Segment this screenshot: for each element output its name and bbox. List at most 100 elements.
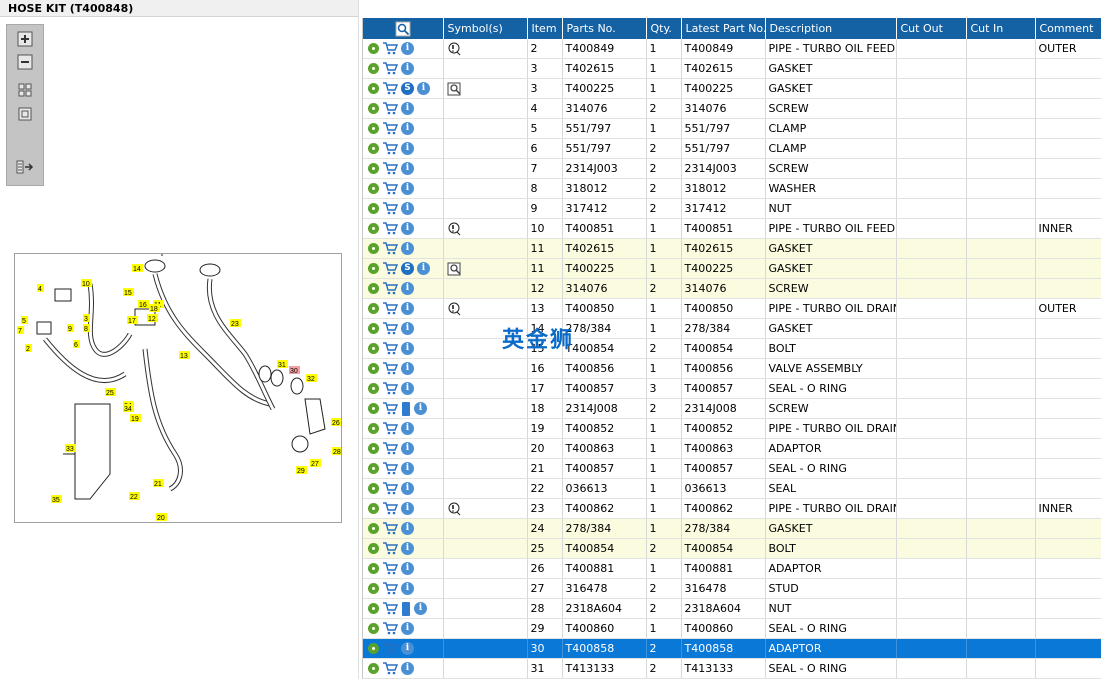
info-icon[interactable]: i: [401, 422, 414, 435]
table-row[interactable]: i 23 T400862 1 T400862 PIPE - TURBO OIL DRAIN…: [363, 498, 1101, 519]
cart-icon[interactable]: [382, 441, 399, 456]
configure-icon[interactable]: [368, 83, 379, 94]
info-icon[interactable]: i: [401, 542, 414, 555]
column-actions[interactable]: [363, 18, 444, 39]
info-icon[interactable]: i: [401, 622, 414, 635]
table-row[interactable]: i 13 T400850 1 T400850 PIPE - TURBO OIL DRAIN…: [363, 298, 1101, 319]
callout-35[interactable]: 35: [51, 495, 62, 504]
cart-icon[interactable]: [382, 121, 399, 136]
cart-icon[interactable]: [382, 661, 399, 676]
info-icon[interactable]: i: [401, 442, 414, 455]
table-row[interactable]: i 24 278/384 1 278/384 GASKET: [363, 518, 1101, 539]
info-icon[interactable]: i: [414, 402, 427, 415]
cart-icon[interactable]: [382, 161, 399, 176]
callout-4[interactable]: 4: [37, 284, 44, 293]
fit-window-button[interactable]: [15, 104, 35, 124]
table-row[interactable]: i 7 2314J003 2 2314J003 SCREW: [363, 158, 1101, 179]
info-icon[interactable]: i: [401, 362, 414, 375]
cart-icon[interactable]: [382, 581, 399, 596]
cart-icon[interactable]: [382, 221, 399, 236]
info-icon[interactable]: i: [401, 382, 414, 395]
cart-icon[interactable]: [382, 421, 399, 436]
configure-icon[interactable]: [368, 363, 379, 374]
info-icon[interactable]: i: [401, 642, 414, 655]
configure-icon[interactable]: [368, 183, 379, 194]
configure-icon[interactable]: [368, 663, 379, 674]
configure-icon[interactable]: [368, 283, 379, 294]
cart-icon[interactable]: [382, 501, 399, 516]
info-icon[interactable]: i: [401, 122, 414, 135]
info-icon[interactable]: i: [401, 502, 414, 515]
callout-25[interactable]: 25: [105, 388, 116, 397]
fit-all-button[interactable]: [15, 80, 35, 100]
table-row[interactable]: i 11 T402615 1 T402615 GASKET: [363, 238, 1101, 259]
callout-13[interactable]: 13: [179, 351, 190, 360]
callout-6[interactable]: 6: [73, 340, 80, 349]
cart-icon[interactable]: [382, 261, 399, 276]
configure-icon[interactable]: [368, 523, 379, 534]
table-row[interactable]: i 17 T400857 3 T400857 SEAL - O RING: [363, 378, 1101, 399]
zoom-in-button[interactable]: [15, 29, 35, 49]
callout-14[interactable]: 14: [132, 264, 143, 273]
table-row[interactable]: i 18 2314J008 2 2314J008 SCREW: [363, 398, 1101, 419]
column-cut-out[interactable]: Cut Out: [896, 18, 967, 39]
cart-icon[interactable]: [382, 601, 399, 616]
cart-icon[interactable]: [382, 301, 399, 316]
cart-icon[interactable]: [382, 381, 399, 396]
table-row[interactable]: i 31 T413133 2 T413133 SEAL - O RING: [363, 658, 1101, 679]
cart-icon[interactable]: [382, 461, 399, 476]
configure-icon[interactable]: [368, 483, 379, 494]
callout-17[interactable]: 17: [127, 316, 138, 325]
callout-2[interactable]: 2: [25, 344, 32, 353]
cart-icon[interactable]: [382, 621, 399, 636]
configure-icon[interactable]: [368, 143, 379, 154]
table-row[interactable]: Si 3 T400225 1 T400225 GASKET: [363, 78, 1101, 99]
note-pin-icon[interactable]: [447, 222, 463, 236]
table-row[interactable]: i 5 551/797 1 551/797 CLAMP: [363, 118, 1101, 139]
zoom-out-button[interactable]: [15, 52, 35, 72]
configure-icon[interactable]: [368, 563, 379, 574]
column-parts-no[interactable]: Parts No.: [562, 18, 647, 39]
callout-34[interactable]: 34: [123, 404, 134, 413]
table-row[interactable]: i 12 314076 2 314076 SCREW: [363, 278, 1101, 299]
callout-33[interactable]: 33: [65, 444, 76, 453]
callout-32[interactable]: 32: [306, 374, 317, 383]
table-row[interactable]: i 29 T400860 1 T400860 SEAL - O RING: [363, 618, 1101, 639]
configure-icon[interactable]: [368, 303, 379, 314]
table-row[interactable]: i 6 551/797 2 551/797 CLAMP: [363, 138, 1101, 159]
configure-icon[interactable]: [368, 103, 379, 114]
table-row[interactable]: i 10 T400851 1 T400851 PIPE - TURBO OIL FEED I…: [363, 218, 1101, 239]
callout-5[interactable]: 5: [21, 316, 28, 325]
configure-icon[interactable]: [368, 203, 379, 214]
table-row[interactable]: i 27 316478 2 316478 STUD: [363, 578, 1101, 599]
configure-icon[interactable]: [368, 423, 379, 434]
cart-icon[interactable]: [382, 141, 399, 156]
callout-29[interactable]: 29: [296, 466, 307, 475]
column-latest-part-no[interactable]: Latest Part No.: [681, 18, 766, 39]
cart-icon[interactable]: [382, 181, 399, 196]
info-icon[interactable]: i: [401, 202, 414, 215]
info-icon[interactable]: i: [401, 142, 414, 155]
configure-icon[interactable]: [368, 403, 379, 414]
column-qty[interactable]: Qty.: [646, 18, 682, 39]
configure-icon[interactable]: [368, 603, 379, 614]
table-row[interactable]: Si 11 T400225 1 T400225 GASKET: [363, 258, 1101, 279]
table-row[interactable]: i 3 T402615 1 T402615 GASKET: [363, 58, 1101, 79]
info-icon[interactable]: i: [401, 42, 414, 55]
configure-icon[interactable]: [368, 583, 379, 594]
callout-16[interactable]: 16: [138, 300, 149, 309]
cart-icon[interactable]: [382, 641, 399, 656]
table-row[interactable]: i 26 T400881 1 T400881 ADAPTOR: [363, 558, 1101, 579]
info-icon[interactable]: i: [401, 522, 414, 535]
info-icon[interactable]: i: [401, 182, 414, 195]
column-cut-in[interactable]: Cut In: [966, 18, 1036, 39]
configure-icon[interactable]: [368, 43, 379, 54]
table-row[interactable]: i 28 2318A604 2 2318A604 NUT: [363, 598, 1101, 619]
configure-icon[interactable]: [368, 503, 379, 514]
table-row[interactable]: i 19 T400852 1 T400852 PIPE - TURBO OIL DRAIN: [363, 418, 1101, 439]
column-symbols[interactable]: Symbol(s): [443, 18, 528, 39]
table-row[interactable]: i 4 314076 2 314076 SCREW: [363, 98, 1101, 119]
callout-10[interactable]: 10: [81, 279, 92, 288]
callout-9[interactable]: 9: [67, 324, 74, 333]
toggle-list-button[interactable]: [15, 157, 35, 177]
